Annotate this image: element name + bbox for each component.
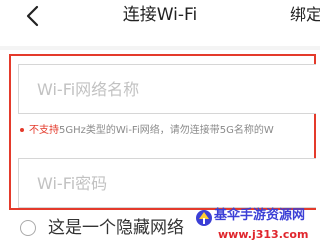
wifi-password-input[interactable] bbox=[19, 159, 316, 207]
watermark-logo-icon bbox=[196, 210, 212, 226]
nav-bar: 连接Wi-Fi 绑定 bbox=[0, 0, 320, 34]
watermark-url: www.j313.com bbox=[218, 228, 309, 241]
hidden-network-radio[interactable] bbox=[20, 220, 36, 236]
wifi-password-field[interactable] bbox=[18, 158, 316, 208]
wifi-name-field[interactable] bbox=[18, 64, 316, 114]
bind-button[interactable]: 绑定 bbox=[290, 4, 320, 26]
5ghz-warning-note: 不支持5GHz类型的Wi-Fi网络，请勿连接带5G名称的W bbox=[20, 124, 274, 138]
site-watermark: 基伞手游资源网 www.j313.com bbox=[192, 204, 320, 248]
watermark-title: 基伞手游资源网 bbox=[214, 208, 306, 223]
warning-text: 不支持 bbox=[29, 125, 59, 136]
hidden-network-label: 这是一个隐藏网络 bbox=[48, 218, 184, 238]
bullet-dot bbox=[20, 128, 24, 132]
wifi-name-input[interactable] bbox=[19, 65, 316, 113]
page-title: 连接Wi-Fi bbox=[122, 5, 198, 25]
header-divider bbox=[0, 46, 320, 50]
note-text: 5GHz类型的Wi-Fi网络，请勿连接带5G名称的W bbox=[59, 125, 274, 136]
